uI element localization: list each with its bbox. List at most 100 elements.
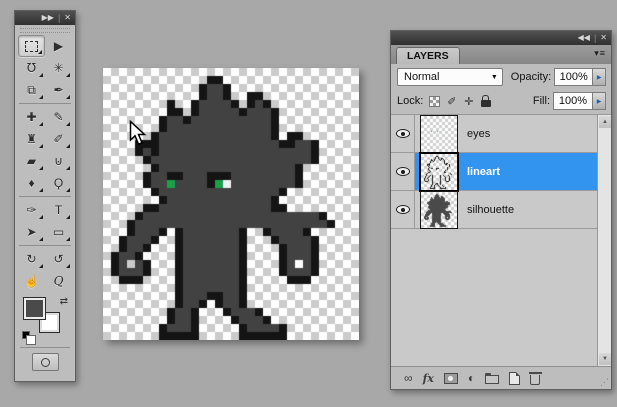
opacity-input[interactable]: 100% — [554, 68, 594, 86]
move-tool[interactable]: ▶ — [45, 35, 72, 57]
close-panel-icon[interactable]: ✕ — [64, 14, 71, 22]
opacity-label: Opacity: — [510, 71, 552, 83]
delete-layer-icon — [528, 371, 542, 385]
document-canvas[interactable] — [103, 68, 359, 340]
dodge-tool[interactable]: Ϙ — [45, 172, 72, 194]
new-adjustment-layer-icon: ◐ — [467, 371, 476, 385]
new-group-button[interactable] — [485, 370, 500, 386]
pencil-icon: ✎ — [53, 110, 64, 124]
pen-icon: ✑ — [26, 203, 37, 217]
3d-rotate-tool[interactable]: ↻ — [18, 248, 45, 270]
chevron-down-icon: ▼ — [490, 73, 498, 81]
layer-thumbnail-silhouette[interactable] — [420, 190, 458, 229]
new-adjustment-layer-button[interactable]: ◐ — [468, 370, 475, 386]
blur-icon: ♦ — [28, 176, 35, 190]
pen-tool[interactable]: ✑ — [18, 199, 45, 221]
eraser-icon: ▰ — [26, 154, 37, 168]
pencil-tool[interactable]: ✎ — [45, 106, 72, 128]
opacity-slider-button[interactable]: ▶ — [593, 68, 606, 86]
layer-thumbnail-lineart[interactable] — [419, 151, 459, 192]
layers-panel: ◀◀ | ✕ LAYERS ▾≡ Normal ▼ Opacity: 100% … — [390, 30, 612, 390]
new-layer-button[interactable] — [509, 370, 521, 386]
tools-panel: ▶▶ | ✕ ▶ ℧ ✳ ⧉ ✒ ✚ ✎ ♜ ✐ ▰ ⊍ ♦ Ϙ ✑ T ➤ ▭ ↻ ↺ ☝ Q ⇄ — [14, 10, 76, 382]
link-layers-button[interactable]: ∞ — [404, 370, 413, 386]
fill-label: Fill: — [532, 95, 550, 107]
paint-bucket-tool[interactable]: ⊍ — [45, 150, 72, 172]
layers-scrollbar[interactable]: ▲ ▼ — [597, 115, 611, 366]
magic-wand-tool[interactable]: ✳ — [45, 57, 72, 79]
layer-visibility-toggle[interactable] — [391, 115, 415, 152]
foreground-color-swatch[interactable] — [23, 297, 46, 320]
application-window: ▶▶ | ✕ ▶ ℧ ✳ ⧉ ✒ ✚ ✎ ♜ ✐ ▰ ⊍ ♦ Ϙ ✑ T ➤ ▭ ↻ ↺ ☝ Q ⇄ ◀◀ | ✕ LA… — [0, 0, 617, 407]
rectangle-tool[interactable]: ▭ — [45, 221, 72, 243]
tab-layers[interactable]: LAYERS — [396, 47, 460, 64]
history-brush-icon: ✐ — [53, 132, 64, 146]
3d-rotate-icon: ↻ — [26, 252, 37, 266]
lasso-tool[interactable]: ℧ — [18, 57, 45, 79]
dodge-icon: Ϙ — [53, 176, 64, 190]
lock-image-pixels-button[interactable]: ✐ — [443, 94, 460, 109]
hand-tool[interactable]: ☝ — [18, 270, 45, 292]
path-selection-tool[interactable]: ➤ — [18, 221, 45, 243]
quick-mask-button[interactable] — [31, 353, 59, 371]
delete-layer-button[interactable] — [528, 370, 542, 386]
new-group-icon — [485, 373, 500, 384]
spot-healing-brush-tool[interactable]: ✚ — [18, 106, 45, 128]
close-panel-icon[interactable]: ✕ — [600, 34, 607, 42]
zoom-tool[interactable]: Q — [45, 270, 72, 292]
clone-stamp-tool[interactable]: ♜ — [18, 128, 45, 150]
collapse-panel-icon[interactable]: ▶▶ — [42, 14, 54, 22]
layers-list: eyes lineart silhouette ▲ ▼ — [391, 115, 611, 366]
layer-styles-button[interactable]: fx — [423, 370, 434, 386]
crop-tool[interactable]: ⧉ — [18, 79, 45, 101]
history-brush-tool[interactable]: ✐ — [45, 128, 72, 150]
scroll-up-button[interactable]: ▲ — [599, 116, 611, 128]
collapse-panel-icon[interactable]: ◀◀ — [578, 34, 590, 42]
tools-panel-titlebar[interactable]: ▶▶ | ✕ — [15, 11, 75, 25]
rectangular-marquee-tool[interactable] — [18, 35, 45, 57]
panel-menu-icon[interactable]: ▾≡ — [594, 48, 606, 59]
layer-thumbnail-cell — [415, 115, 458, 153]
fill-input[interactable]: 100% — [553, 92, 593, 110]
layer-row-silhouette[interactable]: silhouette — [391, 190, 611, 229]
lasso-icon: ℧ — [26, 61, 37, 75]
type-tool[interactable]: T — [45, 199, 72, 221]
zoom-icon: Q — [53, 274, 64, 288]
tool-grid: ▶ ℧ ✳ ⧉ ✒ ✚ ✎ ♜ ✐ ▰ ⊍ ♦ Ϙ ✑ T ➤ ▭ ↻ ↺ ☝ Q — [18, 35, 72, 292]
lock-position-button[interactable]: ✛ — [460, 94, 477, 109]
layer-visibility-toggle[interactable] — [391, 191, 415, 228]
lock-all-button[interactable] — [477, 94, 494, 109]
blend-mode-select[interactable]: Normal ▼ — [397, 68, 503, 86]
eyedropper-tool[interactable]: ✒ — [45, 79, 72, 101]
layer-visibility-toggle[interactable] — [391, 153, 415, 190]
blur-tool[interactable]: ♦ — [18, 172, 45, 194]
lock-transparent-pixels-button[interactable] — [426, 94, 443, 109]
path-selection-icon: ➤ — [26, 225, 37, 239]
layer-row-lineart[interactable]: lineart — [391, 151, 611, 192]
layer-thumbnail-cell — [415, 151, 459, 192]
magic-wand-icon: ✳ — [53, 61, 64, 75]
swap-colors-icon[interactable]: ⇄ — [60, 296, 68, 307]
new-layer-icon — [509, 371, 521, 385]
eye-icon — [395, 129, 410, 138]
3d-orbit-tool[interactable]: ↺ — [45, 248, 72, 270]
panel-grip[interactable] — [20, 28, 70, 33]
layers-panel-footer: ∞ fx ◐ ⋰ — [391, 366, 611, 389]
layer-thumbnail-eyes[interactable] — [420, 115, 458, 153]
fill-slider-button[interactable]: ▶ — [593, 92, 606, 110]
add-layer-mask-icon — [443, 372, 458, 384]
scroll-down-button[interactable]: ▼ — [599, 353, 611, 365]
default-colors-icon[interactable] — [22, 331, 36, 345]
layers-panel-titlebar[interactable]: ◀◀ | ✕ — [391, 31, 611, 45]
lock-all-icon — [480, 95, 491, 107]
resize-grip-icon[interactable]: ⋰ — [600, 377, 609, 388]
tool-group-divider — [19, 103, 71, 104]
eraser-tool[interactable]: ▰ — [18, 150, 45, 172]
add-layer-mask-button[interactable] — [443, 370, 458, 386]
color-swatches: ⇄ — [22, 296, 68, 345]
3d-orbit-icon: ↺ — [53, 252, 64, 266]
layer-name: silhouette — [467, 203, 515, 216]
layer-row-eyes[interactable]: eyes — [391, 115, 611, 153]
rectangular-marquee-icon — [25, 40, 38, 52]
layer-name: eyes — [467, 127, 491, 140]
